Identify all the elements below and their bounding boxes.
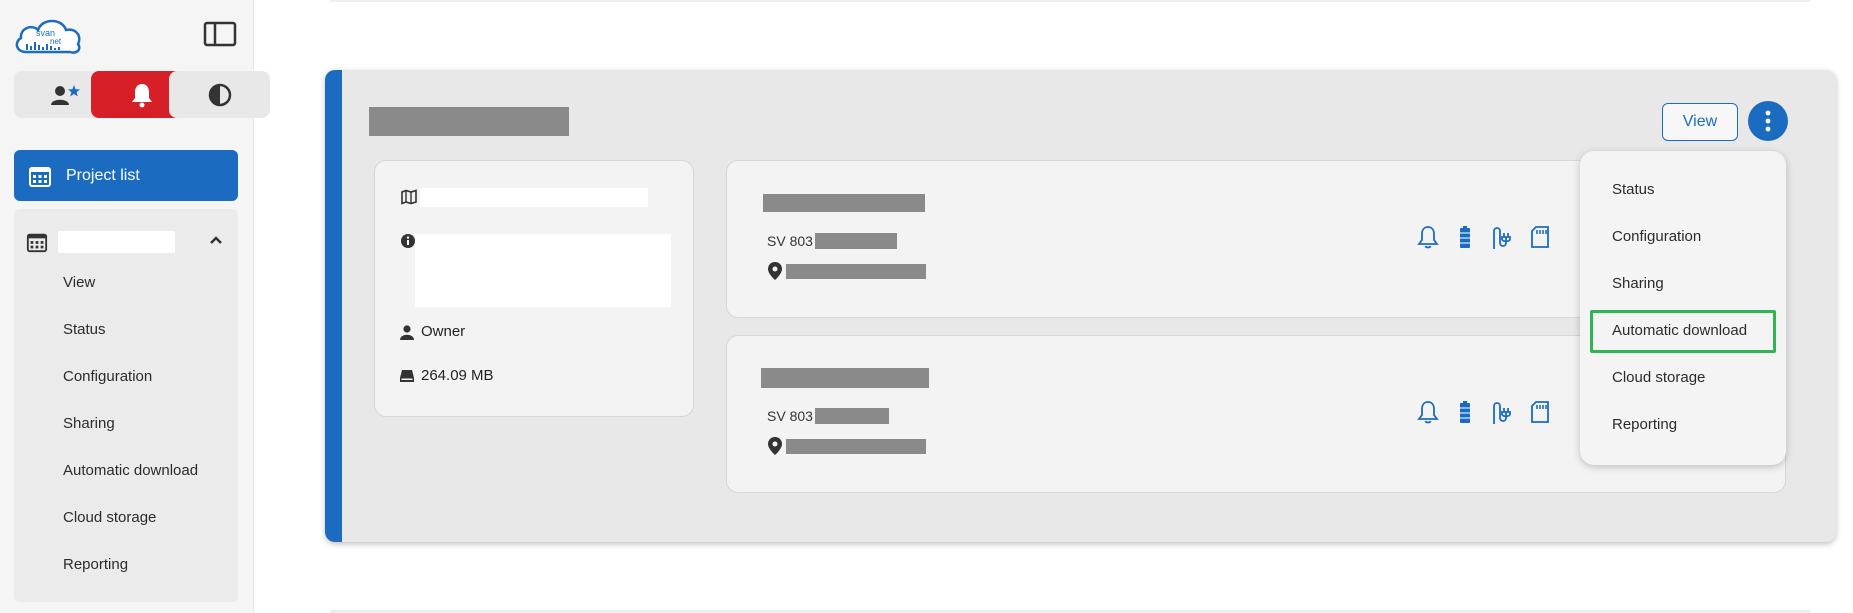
sidebar-item-reporting[interactable]: Reporting xyxy=(63,556,128,573)
owner-row: Owner xyxy=(399,323,465,340)
previous-card-edge xyxy=(330,0,1810,2)
device-name xyxy=(763,194,925,212)
storage-size-row: 264.09 MB xyxy=(399,367,494,384)
device-name xyxy=(761,368,929,388)
project-title xyxy=(369,107,569,136)
battery-icon[interactable] xyxy=(1459,226,1471,248)
menu-item-configuration[interactable]: Configuration xyxy=(1612,228,1701,245)
sidebar-project-header[interactable] xyxy=(14,219,238,255)
sidebar-item-cloud-storage[interactable]: Cloud storage xyxy=(63,509,156,526)
device-status-icons xyxy=(1417,225,1549,249)
hard-drive-icon xyxy=(400,369,414,382)
sidebar-item-view[interactable]: View xyxy=(63,274,95,291)
theme-toggle-button[interactable] xyxy=(169,71,270,118)
calendar-icon xyxy=(26,233,48,253)
device-serial xyxy=(814,233,897,249)
device-model: SV 803 xyxy=(767,408,889,424)
device-model-prefix: SV 803 xyxy=(767,233,813,249)
sidebar-toggle-icon[interactable] xyxy=(203,20,237,48)
project-description-field xyxy=(415,234,671,307)
sd-card-icon[interactable] xyxy=(1531,226,1549,248)
device-model: SV 803 xyxy=(767,233,897,249)
project-list-button[interactable]: Project list xyxy=(14,150,238,201)
menu-item-status[interactable]: Status xyxy=(1612,181,1655,198)
battery-icon[interactable] xyxy=(1459,401,1471,423)
device-location xyxy=(768,437,926,455)
device-serial xyxy=(814,408,889,424)
device-status-icons xyxy=(1417,400,1549,424)
menu-item-reporting[interactable]: Reporting xyxy=(1612,416,1677,433)
sidebar-item-sharing[interactable]: Sharing xyxy=(63,415,115,432)
menu-item-automatic-download[interactable]: Automatic download xyxy=(1612,322,1747,339)
project-card-accent xyxy=(325,70,342,542)
info-icon xyxy=(401,234,415,248)
more-options-button[interactable] xyxy=(1748,101,1788,141)
contrast-icon xyxy=(208,83,231,106)
svan-net-logo[interactable]: svan net xyxy=(12,14,84,58)
svg-text:net: net xyxy=(50,37,62,46)
owner-label: Owner xyxy=(421,323,466,340)
project-list-label: Project list xyxy=(66,166,140,184)
device-location xyxy=(768,262,926,280)
user-icon xyxy=(400,324,414,340)
menu-item-cloud-storage[interactable]: Cloud storage xyxy=(1612,369,1705,386)
project-info-card: Owner 264.09 MB xyxy=(374,160,694,417)
sidebar-project-section: View Status Configuration Sharing Automa… xyxy=(14,209,238,602)
location-pin-icon xyxy=(768,262,782,280)
sd-card-icon[interactable] xyxy=(1531,401,1549,423)
view-button[interactable]: View xyxy=(1662,103,1738,141)
device-location-text xyxy=(786,438,926,454)
device-location-text xyxy=(786,263,926,279)
user-star-icon xyxy=(50,84,80,105)
project-location-field xyxy=(420,188,648,207)
calendar-icon xyxy=(29,166,51,187)
sidebar-project-name xyxy=(58,231,175,253)
bell-icon xyxy=(131,83,152,107)
storage-size: 264.09 MB xyxy=(421,367,494,384)
sidebar: svan net Project list View Status Config… xyxy=(0,0,270,613)
bell-icon[interactable] xyxy=(1417,225,1439,249)
map-icon xyxy=(401,189,417,205)
power-plug-icon[interactable] xyxy=(1491,400,1511,424)
sidebar-item-automatic-download[interactable]: Automatic download xyxy=(63,462,198,479)
more-vertical-icon xyxy=(1765,110,1771,132)
chevron-up-icon[interactable] xyxy=(209,235,223,245)
bell-icon[interactable] xyxy=(1417,400,1439,424)
power-plug-icon[interactable] xyxy=(1491,225,1511,249)
sidebar-item-configuration[interactable]: Configuration xyxy=(63,368,152,385)
location-pin-icon xyxy=(768,437,782,455)
menu-item-sharing[interactable]: Sharing xyxy=(1612,275,1664,292)
project-actions-menu: Status Configuration Sharing Automatic d… xyxy=(1580,151,1786,465)
device-model-prefix: SV 803 xyxy=(767,408,813,424)
sidebar-item-status[interactable]: Status xyxy=(63,321,106,338)
